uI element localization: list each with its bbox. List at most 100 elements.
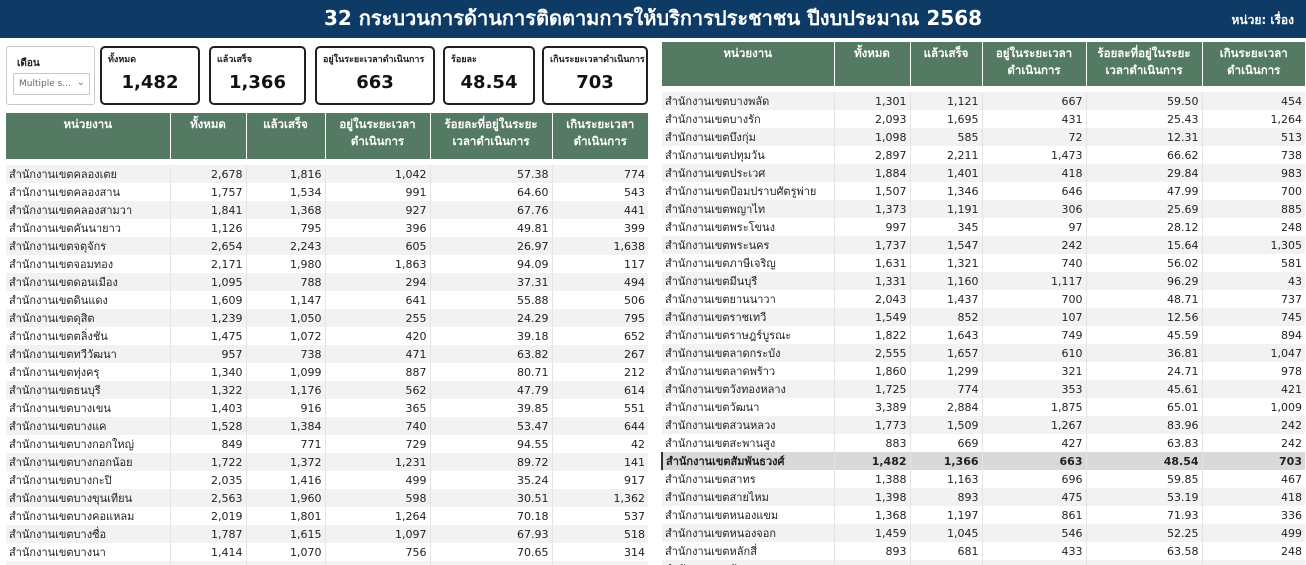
column-header-in-time[interactable]: อยู่ในระยะเวลาดำเนินการ	[981, 42, 1086, 86]
column-header-completed[interactable]: แล้วเสร็จ	[245, 113, 325, 159]
table-row[interactable]: สำนักงานเขตประเวศ 1,884 1,401 418 29.84 983	[662, 164, 1305, 182]
cell-unit-name: สำนักงานเขตยานนาวา	[665, 293, 776, 306]
table-row[interactable]: สำนักงานเขตบึงกุ่ม 1,098 585 72 12.31 513	[662, 128, 1305, 146]
table-row[interactable]: สำนักงานเขตป้อมปราบศัตรูพ่าย 1,507 1,346 64…	[662, 182, 1305, 200]
table-row[interactable]: สำนักงานเขตภาษีเจริญ 1,631 1,321 740 56.02 58…	[662, 254, 1305, 272]
table-row[interactable]: สำนักงานเขตปทุมวัน 2,897 2,211 1,473 66.62 73…	[662, 146, 1305, 164]
column-header-total[interactable]: ทั้งหมด	[833, 42, 910, 86]
cell-unit-name: สำนักงานเขตหลักสี่	[665, 545, 757, 558]
table-row[interactable]: สำนักงานเขตบางพลัด 1,301 1,121 667 59.50 454	[662, 92, 1305, 110]
cell-unit-name: สำนักงานเขตดอนเมือง	[6, 273, 170, 291]
column-header-overdue[interactable]: เกินระยะเวลาดำเนินการ	[551, 113, 648, 159]
cell-value: 1,816	[245, 165, 325, 183]
cell-value: 35.24	[429, 471, 552, 489]
table-row[interactable]: สำนักงานเขตพญาไท 1,373 1,191 306 25.69 885	[662, 200, 1305, 218]
cell-value: 306	[981, 200, 1086, 218]
cell-value: 107	[981, 308, 1086, 326]
cell-value: 745	[1201, 308, 1305, 326]
cell-value: 47.79	[429, 381, 552, 399]
cell-unit-name: สำนักงานเขตบางพลัด	[662, 92, 834, 110]
table-row[interactable]: สำนักงานเขตตลิ่งชัน 1,475 1,072 420 39.18 652	[6, 327, 648, 345]
table-row[interactable]: สำนักงานเขตหนองจอก 1,459 1,045 546 52.25 499	[662, 524, 1305, 542]
slicer-value: Multiple s...	[19, 79, 71, 89]
table-row[interactable]: สำนักงานเขตคันนายาว 1,126 795 396 49.81 399	[6, 219, 648, 237]
table-row[interactable]: สำนักงานเขตสายไหม 1,398 893 475 53.19 418	[662, 488, 1305, 506]
table-row[interactable]: สำนักงานเขตมีนบุรี 1,331 1,160 1,117 96.29 43	[662, 272, 1305, 290]
card-completed: แล้วเสร็จ 1,366	[209, 46, 306, 105]
table-row[interactable]: สำนักงานเขตทวีวัฒนา 957 738 471 63.82 267	[6, 345, 648, 363]
cell-value: 345	[909, 218, 982, 236]
cell-value: 1,801	[245, 507, 325, 525]
table-row[interactable]: สำนักงานเขตห้วยขวาง2,3171,8391,33072.325…	[662, 560, 1305, 565]
card-percent: ร้อยละ 48.54	[443, 46, 535, 105]
table-row[interactable]: สำนักงานเขตคลองเตย 2,678 1,816 1,042 57.38 77…	[6, 165, 648, 183]
table-row[interactable]: สำนักงานเขตทุ่งครุ 1,340 1,099 887 80.71 212	[6, 363, 648, 381]
cell-value: 1,340	[169, 363, 246, 381]
cell-unit-name: สำนักงานเขตบางเขน	[9, 402, 111, 415]
cell-value: 314	[551, 543, 648, 561]
month-dropdown[interactable]: Multiple s... ⌄	[13, 73, 90, 95]
table-row[interactable]: สำนักงานเขตบางบอน2,7652,3051,89882.34407	[6, 561, 648, 565]
table-row[interactable]: สำนักงานเขตยานนาวา 2,043 1,437 700 48.71 737	[662, 290, 1305, 308]
column-header-percent[interactable]: ร้อยละที่อยู่ในระยะเวลาดำเนินการ	[429, 113, 552, 159]
table-row[interactable]: สำนักงานเขตบางกะปิ 2,035 1,416 499 35.24 917	[6, 471, 648, 489]
card-total: ทั้งหมด 1,482	[100, 46, 200, 105]
cell-value: 1,231	[324, 453, 430, 471]
table-row[interactable]: สำนักงานเขตบางขุนเทียน 2,563 1,960 598 30.51…	[6, 489, 648, 507]
column-header-total[interactable]: ทั้งหมด	[169, 113, 246, 159]
cell-value: 72.32	[1085, 560, 1202, 565]
cell-value: 1,757	[169, 183, 246, 201]
table-row[interactable]: สำนักงานเขตดินแดง 1,609 1,147 641 55.88 506	[6, 291, 648, 309]
table-row[interactable]: สำนักงานเขตดุสิต 1,239 1,050 255 24.29 795	[6, 309, 648, 327]
column-header-completed[interactable]: แล้วเสร็จ	[909, 42, 982, 86]
table-row[interactable]: สำนักงานเขตบางคอแหลม 2,019 1,801 1,264 70.18…	[6, 507, 648, 525]
cell-value: 997	[833, 218, 910, 236]
table-row[interactable]: สำนักงานเขตวังทองหลาง 1,725 774 353 45.61 421	[662, 380, 1305, 398]
chevron-down-icon[interactable]: ⌄	[77, 77, 85, 88]
column-header-percent[interactable]: ร้อยละที่อยู่ในระยะเวลาดำเนินการ	[1085, 42, 1202, 86]
table-row[interactable]: สำนักงานเขตจอมทอง 2,171 1,980 1,863 94.09 117	[6, 255, 648, 273]
table-row[interactable]: สำนักงานเขตสวนหลวง 1,773 1,509 1,267 83.96 24…	[662, 416, 1305, 434]
table-row[interactable]: สำนักงานเขตบางนา 1,414 1,070 756 70.65 314	[6, 543, 648, 561]
column-header-unit[interactable]: หน่วยงาน	[662, 42, 834, 86]
table-row[interactable]: สำนักงานเขตคลองสาน 1,757 1,534 991 64.60 543	[6, 183, 648, 201]
table-row[interactable]: สำนักงานเขตราชเทวี 1,549 852 107 12.56 745	[662, 308, 1305, 326]
table-row[interactable]: สำนักงานเขตบางกอกใหญ่ 849 771 729 94.55 42	[6, 435, 648, 453]
cell-value: 667	[981, 92, 1086, 110]
cell-value: 96.29	[1085, 272, 1202, 290]
table-row[interactable]: สำนักงานเขตธนบุรี 1,322 1,176 562 47.79 614	[6, 381, 648, 399]
month-slicer[interactable]: เดือน Multiple s... ⌄	[6, 46, 95, 105]
cell-value: 893	[833, 542, 910, 560]
table-row[interactable]: สำนักงานเขตวัฒนา 3,389 2,884 1,875 65.01 1,00…	[662, 398, 1305, 416]
table-row[interactable]: สำนักงานเขตจตุจักร 2,654 2,243 605 26.97 1,63…	[6, 237, 648, 255]
table-row[interactable]: สำนักงานเขตสาทร 1,388 1,163 696 59.85 467	[662, 470, 1305, 488]
table-row[interactable]: สำนักงานเขตลาดกระบัง 2,555 1,657 610 36.81 1,…	[662, 344, 1305, 362]
cell-value: 70.18	[429, 507, 552, 525]
table-row[interactable]: สำนักงานเขตคลองสามวา 1,841 1,368 927 67.76 44…	[6, 201, 648, 219]
table-row[interactable]: สำนักงานเขตบางกอกน้อย 1,722 1,372 1,231 89.7…	[6, 453, 648, 471]
table-row[interactable]: สำนักงานเขตบางเขน 1,403 916 365 39.85 551	[6, 399, 648, 417]
cell-value: 1,725	[833, 380, 910, 398]
table-row[interactable]: สำนักงานเขตบางแค 1,528 1,384 740 53.47 644	[6, 417, 648, 435]
cell-value: 729	[324, 435, 430, 453]
cell-value: 756	[324, 543, 430, 561]
table-row[interactable]: สำนักงานเขตหลักสี่ 893 681 433 63.58 248	[662, 542, 1305, 560]
cell-value: 72	[981, 128, 1086, 146]
column-header-in-time[interactable]: อยู่ในระยะเวลาดำเนินการ	[324, 113, 430, 159]
table-row[interactable]: สำนักงานเขตราษฎร์บูรณะ 1,822 1,643 749 45.59…	[662, 326, 1305, 344]
table-row[interactable]: สำนักงานเขตพระโขนง 997 345 97 28.12 248	[662, 218, 1305, 236]
table-row[interactable]: สำนักงานเขตสัมพันธวงศ์ 1,482 1,366 663 48.54…	[661, 452, 1305, 470]
cell-value: 45.61	[1085, 380, 1202, 398]
table-row[interactable]: สำนักงานเขตลาดพร้าว 1,860 1,299 321 24.71 978	[662, 362, 1305, 380]
table-row[interactable]: สำนักงานเขตหนองแขม 1,368 1,197 861 71.93 336	[662, 506, 1305, 524]
table-row[interactable]: สำนักงานเขตบางซื่อ 1,787 1,615 1,097 67.93 51…	[6, 525, 648, 543]
column-header-unit[interactable]: หน่วยงาน	[6, 113, 170, 159]
table-row[interactable]: สำนักงานเขตบางรัก 2,093 1,695 431 25.43 1,264	[662, 110, 1305, 128]
cell-value: 740	[324, 417, 430, 435]
cell-unit-name: สำนักงานเขตคลองสามวา	[6, 201, 170, 219]
table-row[interactable]: สำนักงานเขตพระนคร 1,737 1,547 242 15.64 1,305	[662, 236, 1305, 254]
column-header-overdue[interactable]: เกินระยะเวลาดำเนินการ	[1201, 42, 1305, 86]
table-row[interactable]: สำนักงานเขตสะพานสูง 883 669 427 63.83 242	[662, 434, 1305, 452]
table-row[interactable]: สำนักงานเขตดอนเมือง 1,095 788 294 37.31 494	[6, 273, 648, 291]
cell-value: 1,875	[981, 398, 1086, 416]
